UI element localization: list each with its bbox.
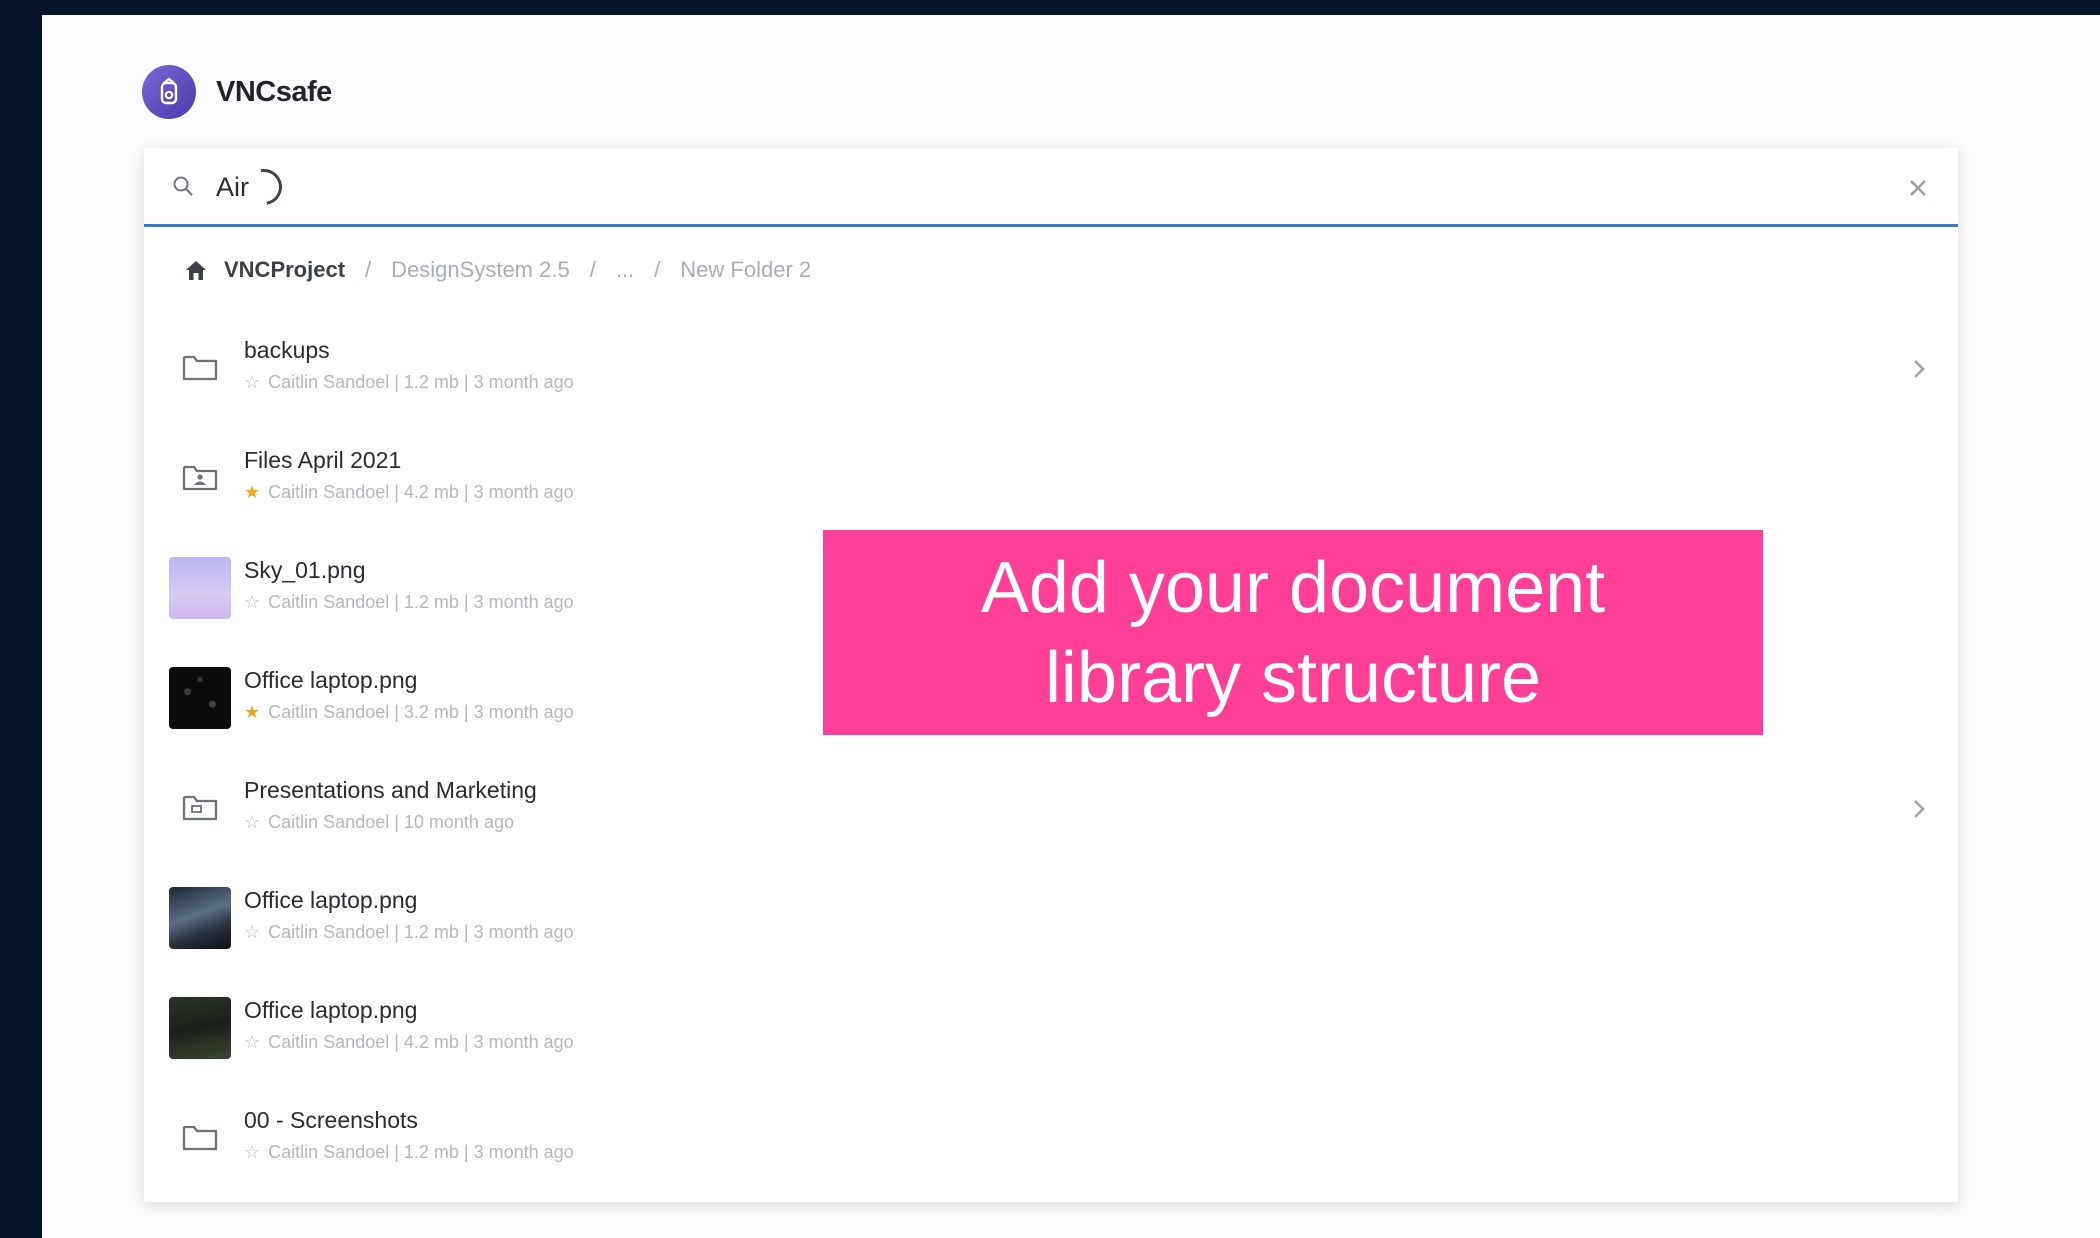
annotation-callout: Add your document library structure <box>823 530 1763 735</box>
item-meta-text: Caitlin Sandoel | 3.2 mb | 3 month ago <box>268 702 574 722</box>
item-meta-text: Caitlin Sandoel | 1.2 mb | 3 month ago <box>268 922 574 942</box>
item-name: Sky_01.png <box>244 557 366 583</box>
star-icon[interactable]: ☆ <box>244 592 260 613</box>
star-icon[interactable]: ☆ <box>244 1142 260 1163</box>
list-item[interactable]: 00 - Screenshots ☆ Caitlin Sandoel | 1.2… <box>144 1085 1958 1195</box>
home-icon[interactable] <box>182 257 210 283</box>
chevron-right-icon[interactable] <box>1910 357 1928 381</box>
list-item[interactable]: Office laptop.png ☆ Caitlin Sandoel | 1.… <box>144 865 1958 975</box>
app-title: VNCsafe <box>216 75 332 108</box>
sky-thumbnail <box>169 557 231 619</box>
chevron-right-icon[interactable] <box>1910 797 1928 821</box>
item-meta-text: Caitlin Sandoel | 1.2 mb | 3 month ago <box>268 372 574 392</box>
brand: VNCsafe <box>142 65 332 119</box>
city-thumbnail <box>169 887 231 949</box>
star-icon[interactable]: ★ <box>244 482 260 503</box>
item-name: Office laptop.png <box>244 997 418 1023</box>
star-icon[interactable]: ☆ <box>244 922 260 943</box>
callout-line-1: Add your document <box>980 547 1606 628</box>
results-list: backups ☆ Caitlin Sandoel | 1.2 mb | 3 m… <box>144 315 1958 1195</box>
breadcrumb: VNCProject / DesignSystem 2.5 / ... / Ne… <box>182 250 811 290</box>
folder-icon <box>169 337 231 399</box>
shared-folder-icon <box>169 447 231 509</box>
search-bar[interactable] <box>144 148 1958 227</box>
item-name: backups <box>244 337 330 363</box>
folder-icon <box>169 1107 231 1169</box>
item-name: Office laptop.png <box>244 667 418 693</box>
breadcrumb-home[interactable]: VNCProject <box>224 257 345 283</box>
breadcrumb-separator: / <box>589 257 596 282</box>
list-item[interactable]: Files April 2021 ★ Caitlin Sandoel | 4.2… <box>144 425 1958 535</box>
item-meta: ☆ Caitlin Sandoel | 1.2 mb | 3 month ago <box>244 922 574 943</box>
star-icon[interactable]: ★ <box>244 702 260 723</box>
callout-line-2: library structure <box>1044 637 1542 718</box>
star-icon[interactable]: ☆ <box>244 812 260 833</box>
breadcrumb-item[interactable]: New Folder 2 <box>680 257 811 283</box>
item-meta: ☆ Caitlin Sandoel | 1.2 mb | 3 month ago <box>244 372 574 393</box>
app-logo-icon <box>142 65 196 119</box>
star-icon[interactable]: ☆ <box>244 1032 260 1053</box>
item-meta: ★ Caitlin Sandoel | 4.2 mb | 3 month ago <box>244 482 574 503</box>
item-name: 00 - Screenshots <box>244 1107 418 1133</box>
shared-folder-icon <box>169 777 231 839</box>
item-meta-text: Caitlin Sandoel | 10 month ago <box>268 812 514 832</box>
dark-thumbnail <box>169 667 231 729</box>
item-meta-text: Caitlin Sandoel | 4.2 mb | 3 month ago <box>268 482 574 502</box>
clear-search-icon[interactable] <box>1904 174 1932 202</box>
list-item[interactable]: backups ☆ Caitlin Sandoel | 1.2 mb | 3 m… <box>144 315 1958 425</box>
item-name: Files April 2021 <box>244 447 402 473</box>
item-name: Presentations and Marketing <box>244 777 537 803</box>
star-icon[interactable]: ☆ <box>244 372 260 393</box>
breadcrumb-item[interactable]: DesignSystem 2.5 <box>391 257 570 283</box>
item-meta-text: Caitlin Sandoel | 4.2 mb | 3 month ago <box>268 1032 574 1052</box>
item-meta: ☆ Caitlin Sandoel | 10 month ago <box>244 812 514 833</box>
breadcrumb-separator: / <box>654 257 661 282</box>
breadcrumb-ellipsis[interactable]: ... <box>616 257 634 283</box>
item-name: Office laptop.png <box>244 887 418 913</box>
item-meta: ☆ Caitlin Sandoel | 1.2 mb | 3 month ago <box>244 592 574 613</box>
item-meta-text: Caitlin Sandoel | 1.2 mb | 3 month ago <box>268 592 574 612</box>
search-icon <box>173 176 193 196</box>
item-meta: ☆ Caitlin Sandoel | 1.2 mb | 3 month ago <box>244 1142 574 1163</box>
item-meta: ☆ Caitlin Sandoel | 4.2 mb | 3 month ago <box>244 1032 574 1053</box>
list-item[interactable]: Office laptop.png ☆ Caitlin Sandoel | 4.… <box>144 975 1958 1085</box>
item-meta: ★ Caitlin Sandoel | 3.2 mb | 3 month ago <box>244 702 574 723</box>
list-item[interactable]: Presentations and Marketing ☆ Caitlin Sa… <box>144 755 1958 865</box>
breadcrumb-separator: / <box>365 257 372 282</box>
forest-thumbnail <box>169 997 231 1059</box>
item-meta-text: Caitlin Sandoel | 1.2 mb | 3 month ago <box>268 1142 574 1162</box>
